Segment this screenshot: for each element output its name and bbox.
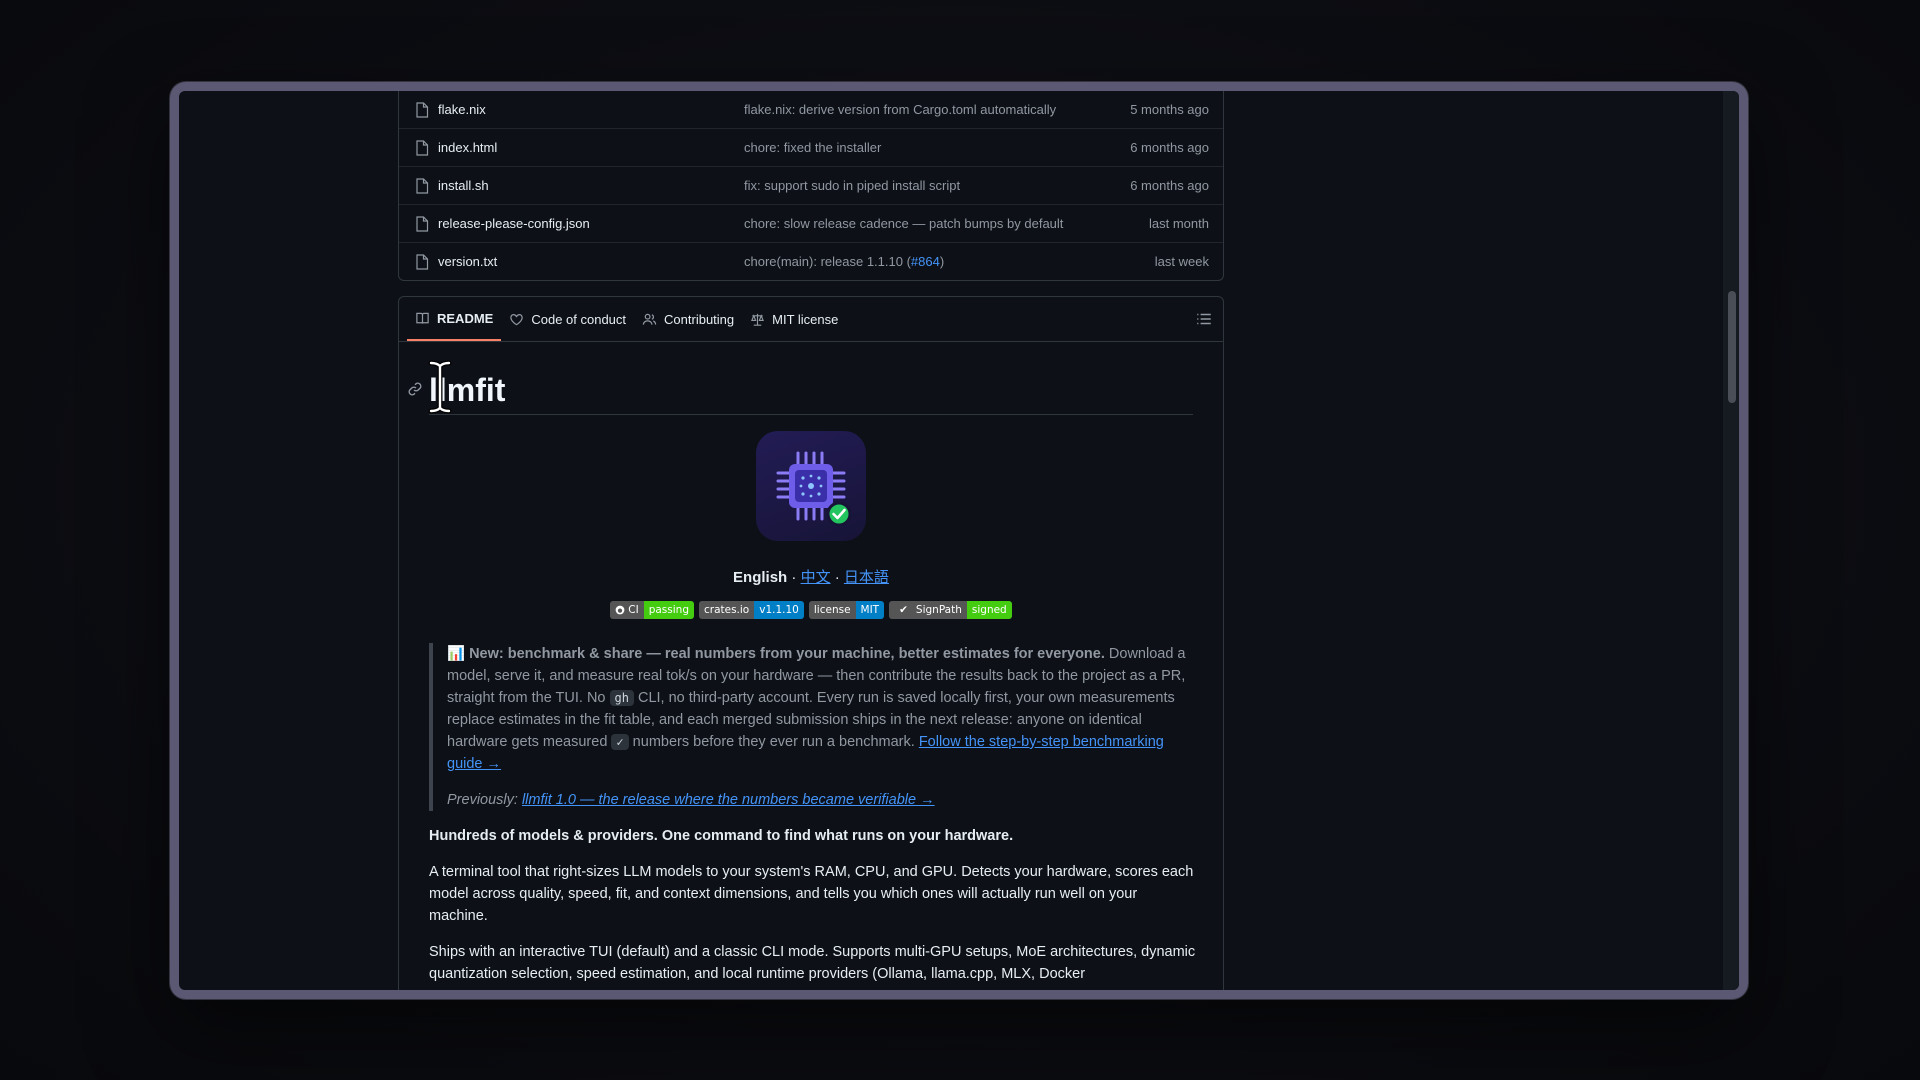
link-icon[interactable]: [407, 381, 423, 397]
chip-icon: [776, 451, 852, 527]
scrollbar-thumb[interactable]: [1728, 291, 1736, 403]
inline-code-gh: gh: [609, 690, 634, 706]
tab-readme[interactable]: README: [407, 297, 502, 341]
badge-label: CI: [610, 601, 644, 619]
badge-label: crates.io: [698, 601, 755, 619]
commit-message-text[interactable]: chore: slow release cadence — patch bump…: [744, 216, 1063, 231]
file-name-link[interactable]: install.sh: [438, 178, 744, 193]
tab-label: MIT license: [772, 311, 839, 327]
commit-time: last week: [1154, 254, 1209, 269]
badge-value: MIT: [855, 601, 885, 619]
badge-value: passing: [643, 601, 694, 619]
tab-code-of-conduct[interactable]: Code of conduct: [501, 297, 634, 341]
badge-label: ✔ SignPath: [889, 601, 967, 619]
commit-message-text[interactable]: chore(main): release 1.1.10 (: [744, 254, 911, 269]
list-outline-icon[interactable]: [1195, 310, 1213, 328]
browser-viewport: flake.nix flake.nix: derive version from …: [179, 91, 1739, 990]
commit-message-link[interactable]: chore: slow release cadence — patch bump…: [744, 216, 1149, 231]
file-row[interactable]: index.html chore: fixed the installer 6 mo…: [399, 129, 1223, 167]
badge-label-text: crates.io: [703, 604, 750, 616]
previously-label: Previously:: [447, 792, 522, 808]
tab-label: README: [437, 310, 494, 326]
github-icon: [615, 605, 625, 615]
badge-label-text: CI: [628, 604, 639, 616]
description-paragraph: A terminal tool that right-sizes LLM mod…: [429, 864, 1194, 924]
commit-time: last month: [1149, 216, 1209, 231]
scale-icon: [751, 313, 765, 326]
readme-heading-row: llmfit: [408, 360, 1193, 415]
status-badge[interactable]: ✔ SignPath signed: [889, 601, 1012, 619]
people-icon: [642, 313, 657, 325]
tab-license[interactable]: MIT license: [742, 297, 846, 341]
badge-label: license: [808, 601, 856, 619]
chip-logo-image: [756, 431, 866, 541]
file-row[interactable]: install.sh fix: support sudo in piped ins…: [399, 167, 1223, 205]
release-notes-link[interactable]: llmfit 1.0 — the release where the numbe…: [522, 792, 935, 808]
commit-message-close: ): [939, 254, 945, 269]
status-badge[interactable]: license MIT: [808, 601, 885, 619]
commit-time: 6 months ago: [1130, 140, 1209, 155]
commit-message-link[interactable]: chore: fixed the installer: [744, 140, 1130, 155]
commit-message-text[interactable]: fix: support sudo in piped install scrip…: [744, 178, 960, 193]
file-list: flake.nix flake.nix: derive version from …: [398, 91, 1224, 281]
tab-label: Code of conduct: [531, 311, 627, 327]
scrollbar-track[interactable]: [1723, 91, 1739, 990]
file-icon: [416, 253, 429, 270]
file-name-link[interactable]: version.txt: [438, 254, 744, 269]
repo-content: flake.nix flake.nix: derive version from …: [398, 91, 1224, 990]
badge-value: signed: [966, 601, 1012, 619]
file-name-link[interactable]: flake.nix: [438, 102, 744, 117]
tagline: Hundreds of models & providers. One comm…: [429, 828, 1014, 844]
file-row[interactable]: flake.nix flake.nix: derive version from …: [399, 91, 1223, 129]
language-link-zh[interactable]: 中文: [801, 569, 831, 586]
commit-message-link[interactable]: fix: support sudo in piped install scrip…: [744, 178, 1130, 193]
file-icon: [416, 101, 429, 118]
announcement-headline: 📊 New: benchmark & share — real numbers …: [447, 646, 1105, 662]
book-icon: [416, 312, 429, 324]
tab-label: Contributing: [664, 311, 735, 327]
status-badge[interactable]: crates.io v1.1.10: [698, 601, 804, 619]
device-frame: flake.nix flake.nix: derive version from …: [170, 82, 1748, 999]
check-icon: ✔: [899, 604, 908, 616]
badge-label-text: license: [813, 604, 851, 616]
language-separator: ·: [830, 569, 844, 586]
file-row[interactable]: release-please-config.json chore: slow re…: [399, 205, 1223, 243]
commit-time: 6 months ago: [1130, 178, 1209, 193]
readme-panel: README Code of conduct Contributing MIT …: [398, 296, 1224, 990]
commit-time: 5 months ago: [1130, 102, 1209, 117]
language-separator: ·: [787, 569, 801, 586]
commit-message-text[interactable]: chore: fixed the installer: [744, 140, 881, 155]
file-icon: [416, 139, 429, 156]
file-row[interactable]: version.txt chore(main): release 1.1.10 (…: [399, 243, 1223, 280]
pr-link[interactable]: #864: [911, 254, 940, 269]
language-current: English: [733, 569, 788, 586]
tab-contributing[interactable]: Contributing: [634, 297, 742, 341]
announcement-blockquote: 📊 New: benchmark & share — real numbers …: [429, 643, 1189, 811]
commit-message-link[interactable]: chore(main): release 1.1.10 (#864): [744, 254, 1155, 269]
file-icon: [416, 177, 429, 194]
readme-tabs: README Code of conduct Contributing MIT …: [399, 297, 1223, 342]
badge-row: CI passing crates.io v1.1.10 license MIT ✔ Sign…: [429, 601, 1193, 619]
inline-code-check: ✓: [611, 734, 629, 750]
file-icon: [416, 215, 429, 232]
text-cursor-icon: [428, 360, 452, 414]
heart-icon: [510, 313, 524, 325]
features-paragraph: Ships with an interactive TUI (default) …: [429, 944, 1196, 982]
language-switcher: English · 中文 · 日本語: [429, 566, 1193, 587]
readme-body: llmfit English · 中文 · 日本語 CI passing cra…: [399, 342, 1223, 985]
announcement-text: numbers before they ever run a benchmark…: [628, 734, 919, 750]
commit-message-text[interactable]: flake.nix: derive version from Cargo.tom…: [744, 102, 1056, 117]
status-badge[interactable]: CI passing: [610, 601, 694, 619]
file-name-link[interactable]: release-please-config.json: [438, 216, 744, 231]
language-link-ja[interactable]: 日本語: [844, 569, 889, 586]
commit-message-link[interactable]: flake.nix: derive version from Cargo.tom…: [744, 102, 1130, 117]
badge-value: v1.1.10: [754, 601, 804, 619]
file-name-link[interactable]: index.html: [438, 140, 744, 155]
badge-label-text: SignPath: [915, 604, 962, 616]
